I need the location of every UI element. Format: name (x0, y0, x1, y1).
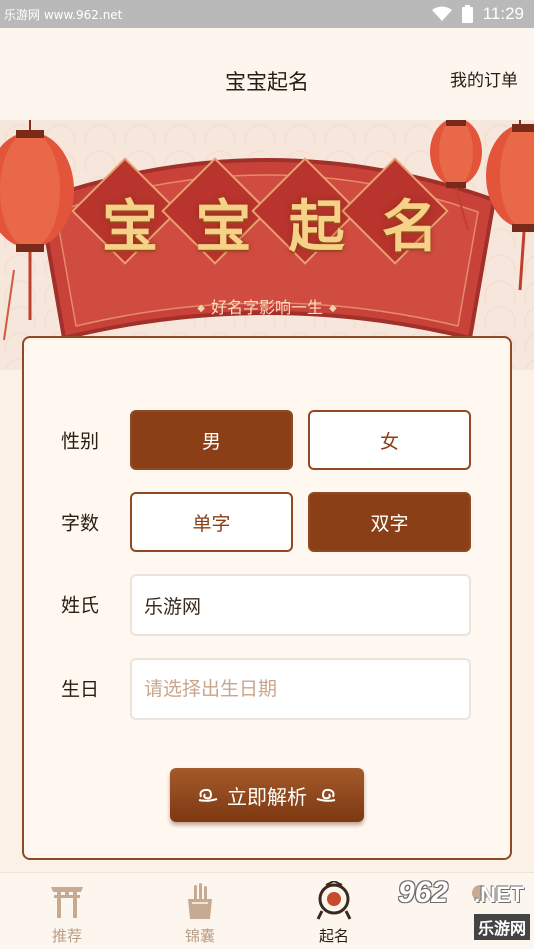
naming-form: 性别 男 女 字数 单字 双字 姓氏 生日 立即解析 (22, 336, 512, 860)
status-watermark: 乐游网 www.962.net (4, 7, 123, 22)
single-char-button[interactable]: 单字 (130, 492, 293, 552)
birthday-label: 生日 (61, 678, 100, 701)
banner-title-char: 名 (381, 194, 438, 260)
wifi-icon (431, 6, 452, 21)
surname-label: 姓氏 (61, 594, 100, 617)
my-orders-link[interactable]: 我的订单 (450, 66, 518, 91)
name-compass-icon (316, 881, 352, 920)
char-count-row: 字数 单字 双字 (24, 492, 510, 552)
auspicious-cloud-icon (198, 788, 218, 802)
diamond-icon: ◆ (197, 303, 205, 314)
tab-recommend[interactable]: 推荐 (27, 881, 107, 947)
tab-tips-label: 锦囊 (184, 927, 215, 945)
banner-title-char: 起 (288, 194, 345, 260)
gender-label: 性别 (61, 430, 100, 453)
gender-female-button[interactable]: 女 (308, 410, 471, 470)
battery-icon (461, 5, 473, 23)
gender-row: 性别 男 女 (24, 410, 510, 470)
banner-title-char: 宝 (102, 194, 158, 260)
watermark-site: 乐游网 (474, 914, 530, 940)
tab-tips[interactable]: 锦囊 (160, 881, 240, 947)
gender-male-button[interactable]: 男 (130, 410, 293, 470)
tab-naming-label: 起名 (318, 927, 349, 945)
slogan-text: 好名字影响一生 (210, 298, 323, 317)
auspicious-cloud-icon (316, 788, 336, 802)
analyze-button-label: 立即解析 (227, 784, 307, 809)
diamond-icon: ◆ (329, 303, 337, 314)
torii-gate-icon (51, 887, 83, 918)
birthday-row: 生日 (24, 658, 510, 720)
birthday-picker-input[interactable] (130, 658, 471, 720)
banner-title: 宝 宝 起 名 (90, 182, 450, 263)
tab-recommend-label: 推荐 (51, 927, 82, 945)
double-char-button[interactable]: 双字 (308, 492, 471, 552)
watermark-suffix: .NET (474, 882, 525, 907)
banner-title-char: 宝 (195, 194, 252, 260)
status-time: 11:29 (482, 4, 524, 23)
nav-header: 宝宝起名 我的订单 (0, 28, 534, 120)
hero-banner: 宝 宝 起 名 ◆ 好名字影响一生 ◆ (0, 120, 534, 370)
scroll-pouch-icon (188, 883, 212, 919)
surname-input[interactable] (130, 574, 471, 636)
banner-slogan: ◆ 好名字影响一生 ◆ (0, 294, 534, 318)
analyze-button[interactable]: 立即解析 (170, 768, 364, 822)
status-bar: 乐游网 www.962.net 11:29 (0, 0, 534, 28)
watermark-brand: 962 (398, 876, 449, 909)
surname-row: 姓氏 (24, 574, 510, 636)
site-watermark-badge: 962 .NET 乐游网 (398, 874, 530, 944)
status-indicators: 11:29 (431, 4, 524, 24)
tab-naming[interactable]: 起名 (294, 881, 374, 947)
char-count-label: 字数 (61, 512, 100, 535)
